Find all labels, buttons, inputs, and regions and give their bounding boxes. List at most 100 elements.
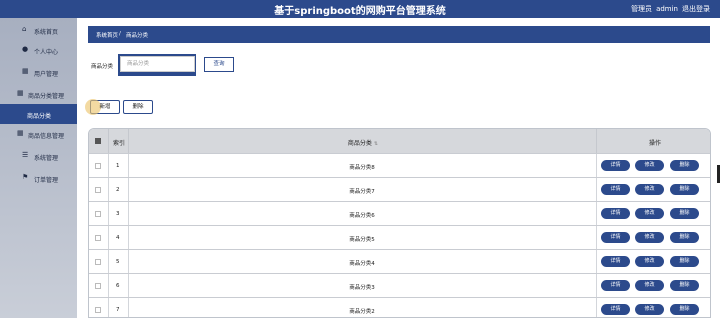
edit-button[interactable]: 修改	[635, 304, 664, 315]
delete-button[interactable]: 删除	[670, 184, 699, 195]
column-divider	[128, 298, 129, 317]
sidebar-item-system[interactable]: ☰ 系统管理	[0, 146, 77, 166]
delete-button[interactable]: 删除	[670, 280, 699, 291]
row-category-name: 商品分类4	[349, 261, 375, 267]
role-label: 管理员	[631, 5, 653, 13]
column-divider	[108, 274, 109, 298]
breadcrumb-home[interactable]: 系统首页	[96, 31, 118, 39]
search-button[interactable]: 查询	[204, 57, 234, 72]
edit-button[interactable]: 修改	[635, 256, 664, 267]
grid-icon: ▦	[22, 67, 29, 75]
sidebar-item-category-management[interactable]: ▦ 商品分类管理	[0, 84, 77, 104]
header-name-cell[interactable]: 商品分类 ⇅	[128, 129, 596, 153]
row-index: 1	[116, 163, 120, 169]
column-divider	[128, 202, 129, 226]
add-button-label: 新增	[99, 104, 111, 110]
column-divider	[128, 178, 129, 202]
row-checkbox[interactable]	[95, 235, 101, 241]
table-row: 4 商品分类5 详情 修改 删除	[89, 225, 710, 250]
sidebar-item-product-management[interactable]: ▦ 商品信息管理	[0, 124, 77, 144]
row-category-name: 商品分类5	[349, 237, 375, 243]
header-name: 商品分类	[347, 140, 372, 147]
search-label: 商品分类	[91, 64, 114, 70]
detail-button[interactable]: 详情	[601, 160, 630, 171]
column-divider	[128, 226, 129, 250]
header-index-cell: 索引	[108, 129, 128, 153]
sort-icon: ⇅	[373, 141, 379, 147]
row-checkbox[interactable]	[95, 259, 101, 265]
sidebar-item-label: 商品分类管理	[28, 93, 65, 100]
top-header-bar: 基于springboot的网购平台管理系统 管理员 admin 退出登录	[0, 0, 720, 18]
delete-button[interactable]: 删除	[670, 160, 699, 171]
column-divider	[108, 250, 109, 274]
sidebar-item-label: 商品信息管理	[28, 133, 65, 140]
edit-button[interactable]: 修改	[635, 232, 664, 243]
sidebar-item-category[interactable]: 商品分类	[0, 104, 77, 124]
detail-button[interactable]: 详情	[601, 208, 630, 219]
edit-button[interactable]: 修改	[635, 160, 664, 171]
row-category-name: 商品分类8	[349, 165, 375, 171]
detail-button[interactable]: 详情	[601, 232, 630, 243]
breadcrumb-current: 商品分类	[126, 33, 149, 39]
row-index: 5	[116, 259, 120, 265]
category-table: 索引 商品分类 ⇅ 操作 1 商品分类8 详情 修改 删除 2 商品分类7 详情 修改 删除 3 商品分…	[88, 128, 711, 318]
column-divider	[108, 178, 109, 202]
header-operation-cell: 操作	[596, 129, 710, 153]
row-category-name: 商品分类6	[349, 213, 375, 219]
table-row: 2 商品分类7 详情 修改 删除	[89, 177, 710, 202]
column-divider	[596, 154, 597, 178]
logout-link[interactable]: 退出登录	[682, 5, 710, 13]
row-checkbox[interactable]	[95, 211, 101, 217]
user-info: 管理员 admin 退出登录	[627, 4, 710, 14]
batch-delete-button[interactable]: 删除	[123, 100, 153, 114]
table-row: 3 商品分类6 详情 修改 删除	[89, 201, 710, 226]
detail-button[interactable]: 详情	[601, 304, 630, 315]
delete-button[interactable]: 删除	[670, 304, 699, 315]
sidebar-item-profile[interactable]: ● 个人中心	[0, 40, 77, 60]
row-checkbox[interactable]	[95, 187, 101, 193]
flag-icon: ⚑	[22, 173, 29, 181]
delete-button[interactable]: 删除	[670, 208, 699, 219]
column-divider	[108, 226, 109, 250]
select-all-checkbox[interactable]	[95, 138, 101, 144]
username-label: admin	[656, 5, 678, 13]
edit-button[interactable]: 修改	[635, 280, 664, 291]
search-input[interactable]: 商品分类	[120, 56, 195, 72]
add-button[interactable]: 新增	[85, 99, 120, 115]
detail-button[interactable]: 详情	[601, 280, 630, 291]
row-category-name: 商品分类2	[349, 309, 375, 315]
sidebar-item-orders[interactable]: ⚑ 订单管理	[0, 168, 77, 188]
detail-button[interactable]: 详情	[601, 256, 630, 267]
breadcrumb-separator: /	[119, 31, 121, 37]
row-checkbox[interactable]	[95, 307, 101, 313]
column-divider	[596, 274, 597, 298]
column-divider	[596, 226, 597, 250]
column-divider	[128, 154, 129, 178]
edit-button[interactable]: 修改	[635, 184, 664, 195]
delete-button[interactable]: 删除	[670, 256, 699, 267]
row-checkbox[interactable]	[95, 283, 101, 289]
sidebar-item-label: 系统首页	[34, 29, 59, 36]
row-checkbox[interactable]	[95, 163, 101, 169]
delete-button[interactable]: 删除	[670, 232, 699, 243]
sidebar-item-label: 商品分类	[27, 113, 52, 120]
header-checkbox-cell	[89, 129, 108, 153]
header-operation: 操作	[648, 140, 661, 147]
edit-button[interactable]: 修改	[635, 208, 664, 219]
column-divider	[596, 178, 597, 202]
sidebar: ⌂ 系统首页 ● 个人中心 ▦ 用户管理 ▦ 商品分类管理 商品分类 ▦ 商品信…	[0, 18, 77, 318]
table-row: 7 商品分类2 详情 修改 删除	[89, 297, 710, 317]
sidebar-item-label: 订单管理	[34, 177, 59, 184]
sidebar-item-users[interactable]: ▦ 用户管理	[0, 62, 77, 82]
detail-button[interactable]: 详情	[601, 184, 630, 195]
column-divider	[108, 298, 109, 317]
column-divider	[108, 202, 109, 226]
column-divider	[128, 250, 129, 274]
table-row: 5 商品分类4 详情 修改 删除	[89, 249, 710, 274]
sidebar-item-home[interactable]: ⌂ 系统首页	[0, 20, 77, 40]
person-icon: ●	[22, 45, 29, 53]
row-index: 7	[116, 307, 120, 313]
column-divider	[108, 154, 109, 178]
grid-icon: ▦	[17, 89, 24, 97]
sidebar-item-label: 用户管理	[34, 71, 59, 78]
